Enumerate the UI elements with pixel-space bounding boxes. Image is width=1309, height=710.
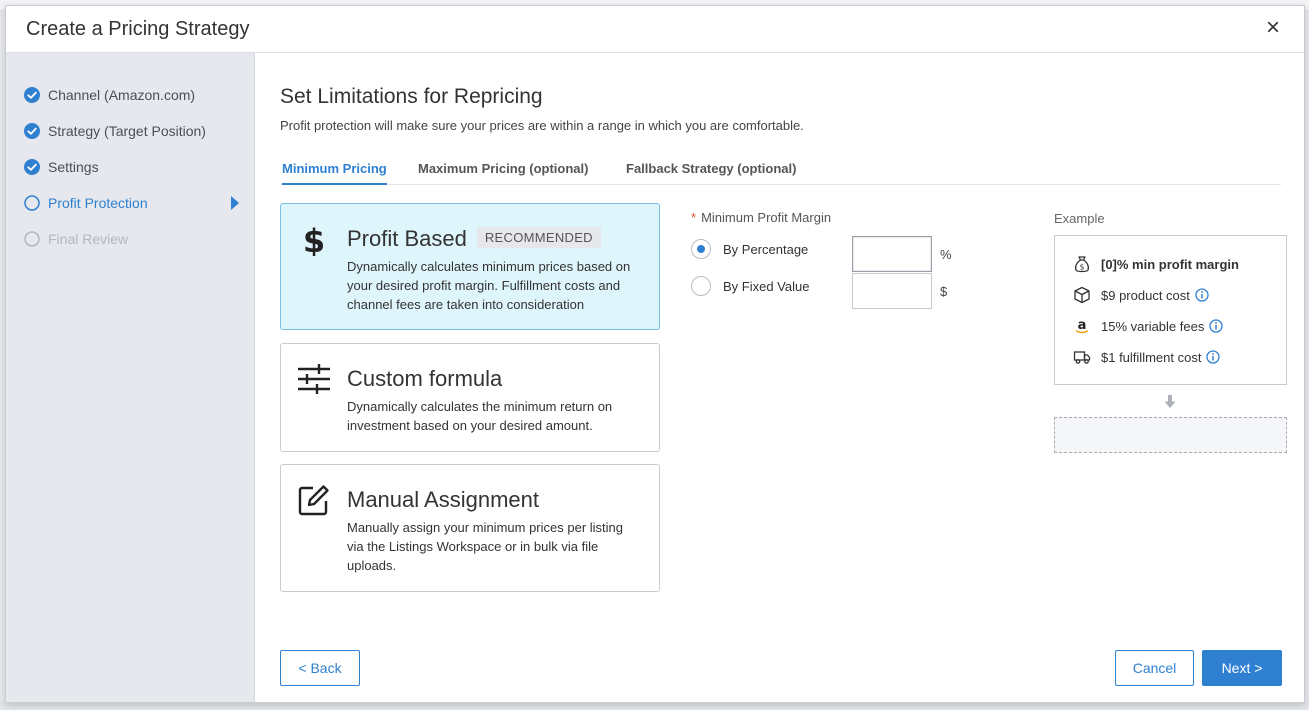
option-by-fixed-value: By Fixed Value (691, 276, 809, 296)
profit-margin-label-text: Minimum Profit Margin (701, 210, 832, 225)
check-circle-icon (24, 123, 40, 139)
fixed-value-input[interactable] (852, 273, 932, 309)
profit-margin-label: * Minimum Profit Margin (691, 210, 831, 225)
step-channel[interactable]: Channel (Amazon.com) (24, 83, 239, 107)
active-step-caret-icon (231, 196, 239, 210)
example-result-box (1054, 417, 1287, 453)
example-row-margin: $ [0]% min profit margin (1073, 255, 1239, 273)
card-description: Dynamically calculates minimum prices ba… (347, 259, 631, 312)
check-circle-icon (24, 87, 40, 103)
box-icon (1074, 286, 1090, 304)
card-title: Profit Based RECOMMENDED (347, 226, 601, 252)
arrow-down-icon (1164, 395, 1176, 408)
card-custom-formula[interactable]: Custom formula Dynamically calculates th… (280, 343, 660, 452)
close-button[interactable]: × (1260, 15, 1286, 41)
card-description: Dynamically calculates the minimum retur… (347, 399, 613, 433)
circle-outline-icon (24, 231, 40, 247)
example-text: 15% variable fees (1101, 318, 1205, 334)
step-label: Settings (48, 159, 99, 175)
cancel-button[interactable]: Cancel (1115, 650, 1194, 686)
percent-unit: % (940, 247, 952, 262)
amazon-icon: a (1075, 318, 1089, 334)
section-subtitle: Profit protection will make sure your pr… (280, 118, 804, 133)
card-title: Manual Assignment (347, 487, 539, 512)
step-settings[interactable]: Settings (24, 155, 239, 179)
step-strategy[interactable]: Strategy (Target Position) (24, 119, 239, 143)
card-title: Custom formula (347, 366, 503, 391)
card-manual-assignment[interactable]: Manual Assignment Manually assign your m… (280, 464, 660, 592)
sliders-icon (298, 364, 330, 394)
check-circle-icon (24, 159, 40, 175)
example-row-variable-fees: a 15% variable fees (1073, 317, 1223, 335)
tab-minimum-pricing[interactable]: Minimum Pricing (282, 161, 387, 185)
svg-text:$: $ (1080, 263, 1085, 272)
dollar-unit: $ (940, 284, 948, 299)
radio-by-percentage[interactable] (691, 239, 711, 259)
percentage-input[interactable] (852, 236, 932, 272)
required-mark: * (691, 210, 697, 225)
truck-icon (1073, 351, 1091, 364)
card-profit-based[interactable]: $ Profit Based RECOMMENDED Dynamically ca… (280, 203, 660, 330)
step-label: Profit Protection (48, 195, 148, 211)
step-label: Strategy (Target Position) (48, 123, 206, 139)
edit-icon (298, 485, 329, 516)
example-box: $ [0]% min profit margin $9 product cost (1054, 235, 1287, 385)
step-label: Channel (Amazon.com) (48, 87, 196, 103)
radio-label: By Percentage (723, 241, 809, 257)
modal-title: Create a Pricing Strategy (26, 18, 250, 40)
step-final-review[interactable]: Final Review (24, 227, 239, 251)
radio-by-fixed-value[interactable] (691, 276, 711, 296)
svg-text:$: $ (303, 222, 325, 256)
card-description: Manually assign your minimum prices per … (347, 520, 623, 573)
main-content: Set Limitations for Repricing Profit pro… (255, 53, 1304, 702)
radio-label: By Fixed Value (723, 278, 810, 294)
circle-outline-icon (24, 195, 40, 211)
pricing-tabs: Minimum Pricing Maximum Pricing (optiona… (280, 153, 1281, 185)
example-text: [0]% min profit margin (1101, 256, 1239, 272)
dollar-icon: $ (303, 222, 325, 256)
modal-header: Create a Pricing Strategy × (6, 6, 1304, 53)
next-button[interactable]: Next > (1202, 650, 1282, 686)
card-title-text: Profit Based (347, 226, 467, 251)
step-label: Final Review (48, 231, 129, 247)
section-title: Set Limitations for Repricing (280, 85, 543, 108)
info-icon[interactable] (1195, 288, 1209, 302)
example-row-product-cost: $9 product cost (1073, 286, 1209, 304)
step-profit-protection[interactable]: Profit Protection (24, 191, 239, 215)
example-text: $1 fulfillment cost (1101, 349, 1202, 365)
pricing-strategy-modal: Create a Pricing Strategy × Channel (Ama… (5, 5, 1305, 703)
option-by-percentage: By Percentage (691, 239, 808, 259)
example-row-fulfillment-cost: $1 fulfillment cost (1073, 348, 1221, 366)
example-text: $9 product cost (1101, 287, 1190, 303)
info-icon[interactable] (1206, 350, 1221, 364)
example-label: Example (1054, 211, 1105, 226)
back-button[interactable]: < Back (280, 650, 360, 686)
recommended-badge: RECOMMENDED (476, 227, 601, 248)
tab-fallback-strategy[interactable]: Fallback Strategy (optional) (626, 161, 796, 183)
info-icon[interactable] (1209, 319, 1223, 333)
tab-maximum-pricing[interactable]: Maximum Pricing (optional) (418, 161, 588, 183)
wizard-steps-sidebar: Channel (Amazon.com) Strategy (Target Po… (6, 53, 255, 702)
money-bag-icon: $ (1074, 256, 1090, 273)
svg-text:a: a (1078, 318, 1087, 333)
